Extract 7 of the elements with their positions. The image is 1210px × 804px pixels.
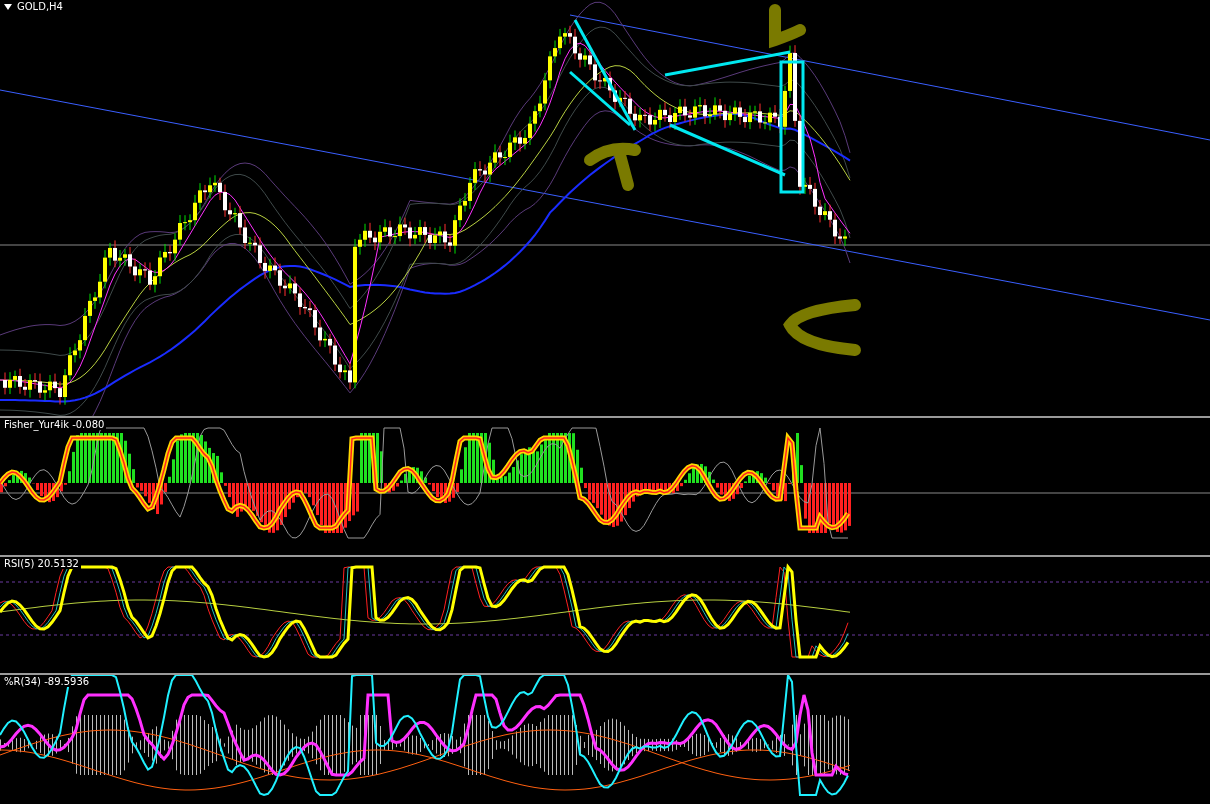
chart-symbol-title: GOLD,H4 — [17, 1, 63, 12]
indicator-label: Fisher_Yur4ik -0.080 — [4, 419, 107, 430]
indicator-label: RSI(5) 20.5132 — [4, 558, 81, 569]
hand-drawn-mark — [584, 142, 641, 191]
dropdown-triangle-icon[interactable] — [4, 3, 12, 10]
hand-drawn-mark — [769, 4, 806, 46]
indicator-label: %R(34) -89.5936 — [4, 676, 92, 687]
